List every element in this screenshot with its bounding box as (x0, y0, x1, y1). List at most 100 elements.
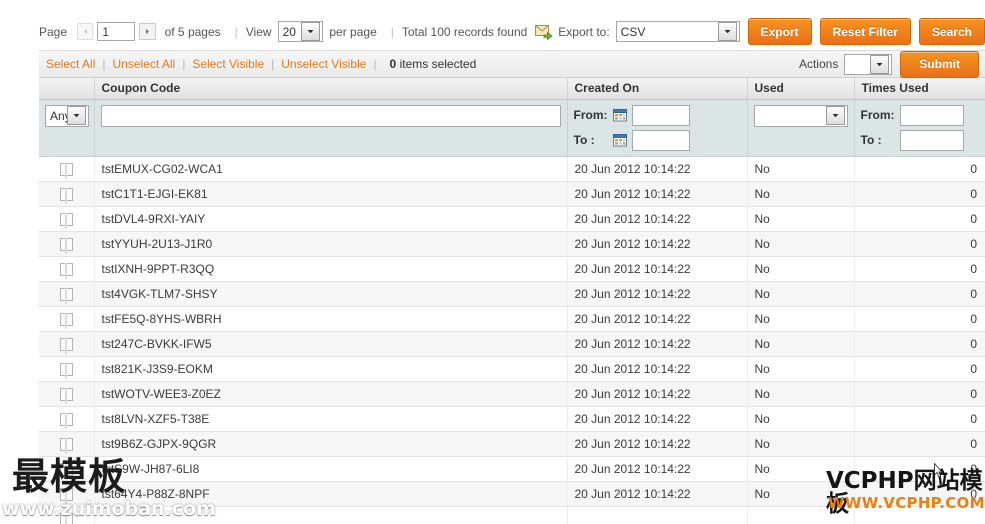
table-row[interactable]: tst64Y4-P88Z-8NPF 20 Jun 2012 10:14:22 No 0 (39, 481, 985, 507)
row-checkbox-cell[interactable] (39, 231, 95, 257)
row-checkbox-cell[interactable] (39, 156, 95, 182)
column-header-checkbox[interactable] (39, 78, 95, 100)
selbar-separator-2: | (182, 57, 186, 71)
next-page-button[interactable] (139, 23, 156, 40)
row-checkbox-cell[interactable] (39, 181, 95, 207)
row-checkbox[interactable] (59, 362, 73, 379)
submit-button[interactable]: Submit (900, 50, 979, 78)
table-row[interactable] (39, 506, 985, 524)
selection-toolbar: Select All | Unselect All | Select Visib… (39, 50, 985, 78)
cell-times-used: 0 (854, 156, 985, 182)
row-checkbox-cell[interactable] (39, 481, 95, 507)
checkbox-filter-select[interactable]: Any (45, 104, 89, 127)
row-checkbox[interactable] (59, 487, 73, 504)
cell-created-on: 20 Jun 2012 10:14:22 (567, 431, 748, 457)
cell-coupon-code: tst8LVN-XZF5-T38E (94, 406, 568, 432)
table-row[interactable]: tstEMUX-CG02-WCA1 20 Jun 2012 10:14:22 No 0 (39, 156, 985, 182)
cell-used: No (747, 256, 855, 282)
table-row[interactable]: tstDVL4-9RXI-YAIY 20 Jun 2012 10:14:22 No 0 (39, 206, 985, 232)
table-row[interactable]: tstFE5Q-8YHS-WBRH 20 Jun 2012 10:14:22 No 0 (39, 306, 985, 332)
row-checkbox[interactable] (59, 462, 73, 479)
cell-times-used (854, 506, 985, 524)
row-checkbox[interactable] (59, 237, 73, 254)
export-format-select[interactable]: CSV (615, 21, 740, 42)
created-on-to-label: To : (573, 133, 595, 147)
row-checkbox[interactable] (59, 187, 73, 204)
unselect-visible-link[interactable]: Unselect Visible (281, 57, 366, 71)
reset-filter-button[interactable]: Reset Filter (819, 18, 911, 45)
selbar-separator-4: | (373, 57, 377, 71)
selection-actions-group: Actions Submit (799, 50, 985, 78)
row-checkbox[interactable] (59, 412, 73, 429)
row-checkbox[interactable] (59, 212, 73, 229)
unselect-all-link[interactable]: Unselect All (112, 57, 175, 71)
filter-cell-checkbox: Any (39, 99, 95, 157)
row-checkbox-cell[interactable] (39, 356, 95, 382)
table-row[interactable]: tstYYUH-2U13-J1R0 20 Jun 2012 10:14:22 No 0 (39, 231, 985, 257)
previous-page-button[interactable] (77, 23, 94, 40)
per-page-select[interactable]: 20 (277, 21, 324, 42)
row-checkbox[interactable] (59, 437, 73, 454)
table-row[interactable]: tst9B6Z-GJPX-9QGR 20 Jun 2012 10:14:22 No 0 (39, 431, 985, 457)
table-row[interactable]: tst247C-BVKK-IFW5 20 Jun 2012 10:14:22 No 0 (39, 331, 985, 357)
row-checkbox[interactable] (59, 312, 73, 329)
cell-used (747, 506, 855, 524)
column-header-used[interactable]: Used (747, 78, 855, 100)
cell-created-on: 20 Jun 2012 10:14:22 (567, 306, 748, 332)
export-envelope-icon (535, 24, 553, 40)
filter-cell-coupon-code (94, 99, 568, 157)
filter-cell-created-on: From: To: (567, 99, 748, 157)
view-label: View (245, 24, 272, 39)
page-number-input[interactable] (97, 22, 136, 41)
row-checkbox[interactable] (59, 512, 73, 524)
cell-created-on: 20 Jun 2012 10:14:22 (567, 356, 748, 382)
row-checkbox-cell[interactable] (39, 381, 95, 407)
row-checkbox-cell[interactable] (39, 406, 95, 432)
row-checkbox[interactable] (59, 337, 73, 354)
cell-times-used: 0 (854, 406, 985, 432)
used-filter-select[interactable] (753, 104, 848, 127)
row-checkbox-cell[interactable] (39, 331, 95, 357)
row-checkbox[interactable] (59, 287, 73, 304)
search-button[interactable]: Search (918, 18, 985, 45)
table-row[interactable]: tstC1T1-EJGI-EK81 20 Jun 2012 10:14:22 No 0 (39, 181, 985, 207)
row-checkbox-cell[interactable] (39, 256, 95, 282)
calendar-icon[interactable] (612, 108, 627, 122)
times-used-to-input[interactable] (899, 129, 964, 151)
page-label: Page (39, 24, 68, 39)
checkbox-inner (65, 312, 68, 329)
row-checkbox-cell[interactable] (39, 281, 95, 307)
row-checkbox-cell[interactable] (39, 506, 95, 524)
table-row[interactable]: tstWOTV-WEE3-Z0EZ 20 Jun 2012 10:14:22 No 0 (39, 381, 985, 407)
checkbox-inner (65, 237, 68, 254)
select-visible-link[interactable]: Select Visible (192, 57, 264, 71)
cell-used: No (747, 356, 855, 382)
table-row[interactable]: tstS9W-JH87-6LI8 20 Jun 2012 10:14:22 No 0 (39, 456, 985, 482)
created-on-range-filter: From: To: (573, 104, 741, 151)
created-on-to-input[interactable] (631, 129, 690, 151)
row-checkbox[interactable] (59, 387, 73, 404)
cell-coupon-code: tstC1T1-EJGI-EK81 (94, 181, 568, 207)
row-checkbox[interactable] (59, 262, 73, 279)
row-checkbox[interactable] (59, 162, 73, 179)
export-button[interactable]: Export (747, 18, 812, 45)
column-header-created-on[interactable]: Created On (567, 78, 748, 100)
row-checkbox-cell[interactable] (39, 431, 95, 457)
actions-select[interactable] (844, 53, 893, 75)
row-checkbox-cell[interactable] (39, 206, 95, 232)
chevron-down-icon (717, 22, 737, 41)
times-used-from-input[interactable] (899, 104, 964, 126)
column-header-coupon-code[interactable]: Coupon Code (94, 78, 568, 100)
created-on-from-input[interactable] (631, 104, 690, 126)
table-row[interactable]: tstIXNH-9PPT-R3QQ 20 Jun 2012 10:14:22 No 0 (39, 256, 985, 282)
row-checkbox-cell[interactable] (39, 306, 95, 332)
table-row[interactable]: tst821K-J3S9-EOKM 20 Jun 2012 10:14:22 No 0 (39, 356, 985, 382)
column-header-times-used[interactable]: Times Used (854, 78, 985, 100)
checkbox-inner (65, 187, 68, 204)
select-all-link[interactable]: Select All (46, 57, 95, 71)
calendar-icon[interactable] (612, 133, 627, 147)
row-checkbox-cell[interactable] (39, 456, 95, 482)
table-row[interactable]: tst8LVN-XZF5-T38E 20 Jun 2012 10:14:22 No 0 (39, 406, 985, 432)
table-row[interactable]: tst4VGK-TLM7-SHSY 20 Jun 2012 10:14:22 No 0 (39, 281, 985, 307)
coupon-code-filter-input[interactable] (100, 104, 561, 127)
